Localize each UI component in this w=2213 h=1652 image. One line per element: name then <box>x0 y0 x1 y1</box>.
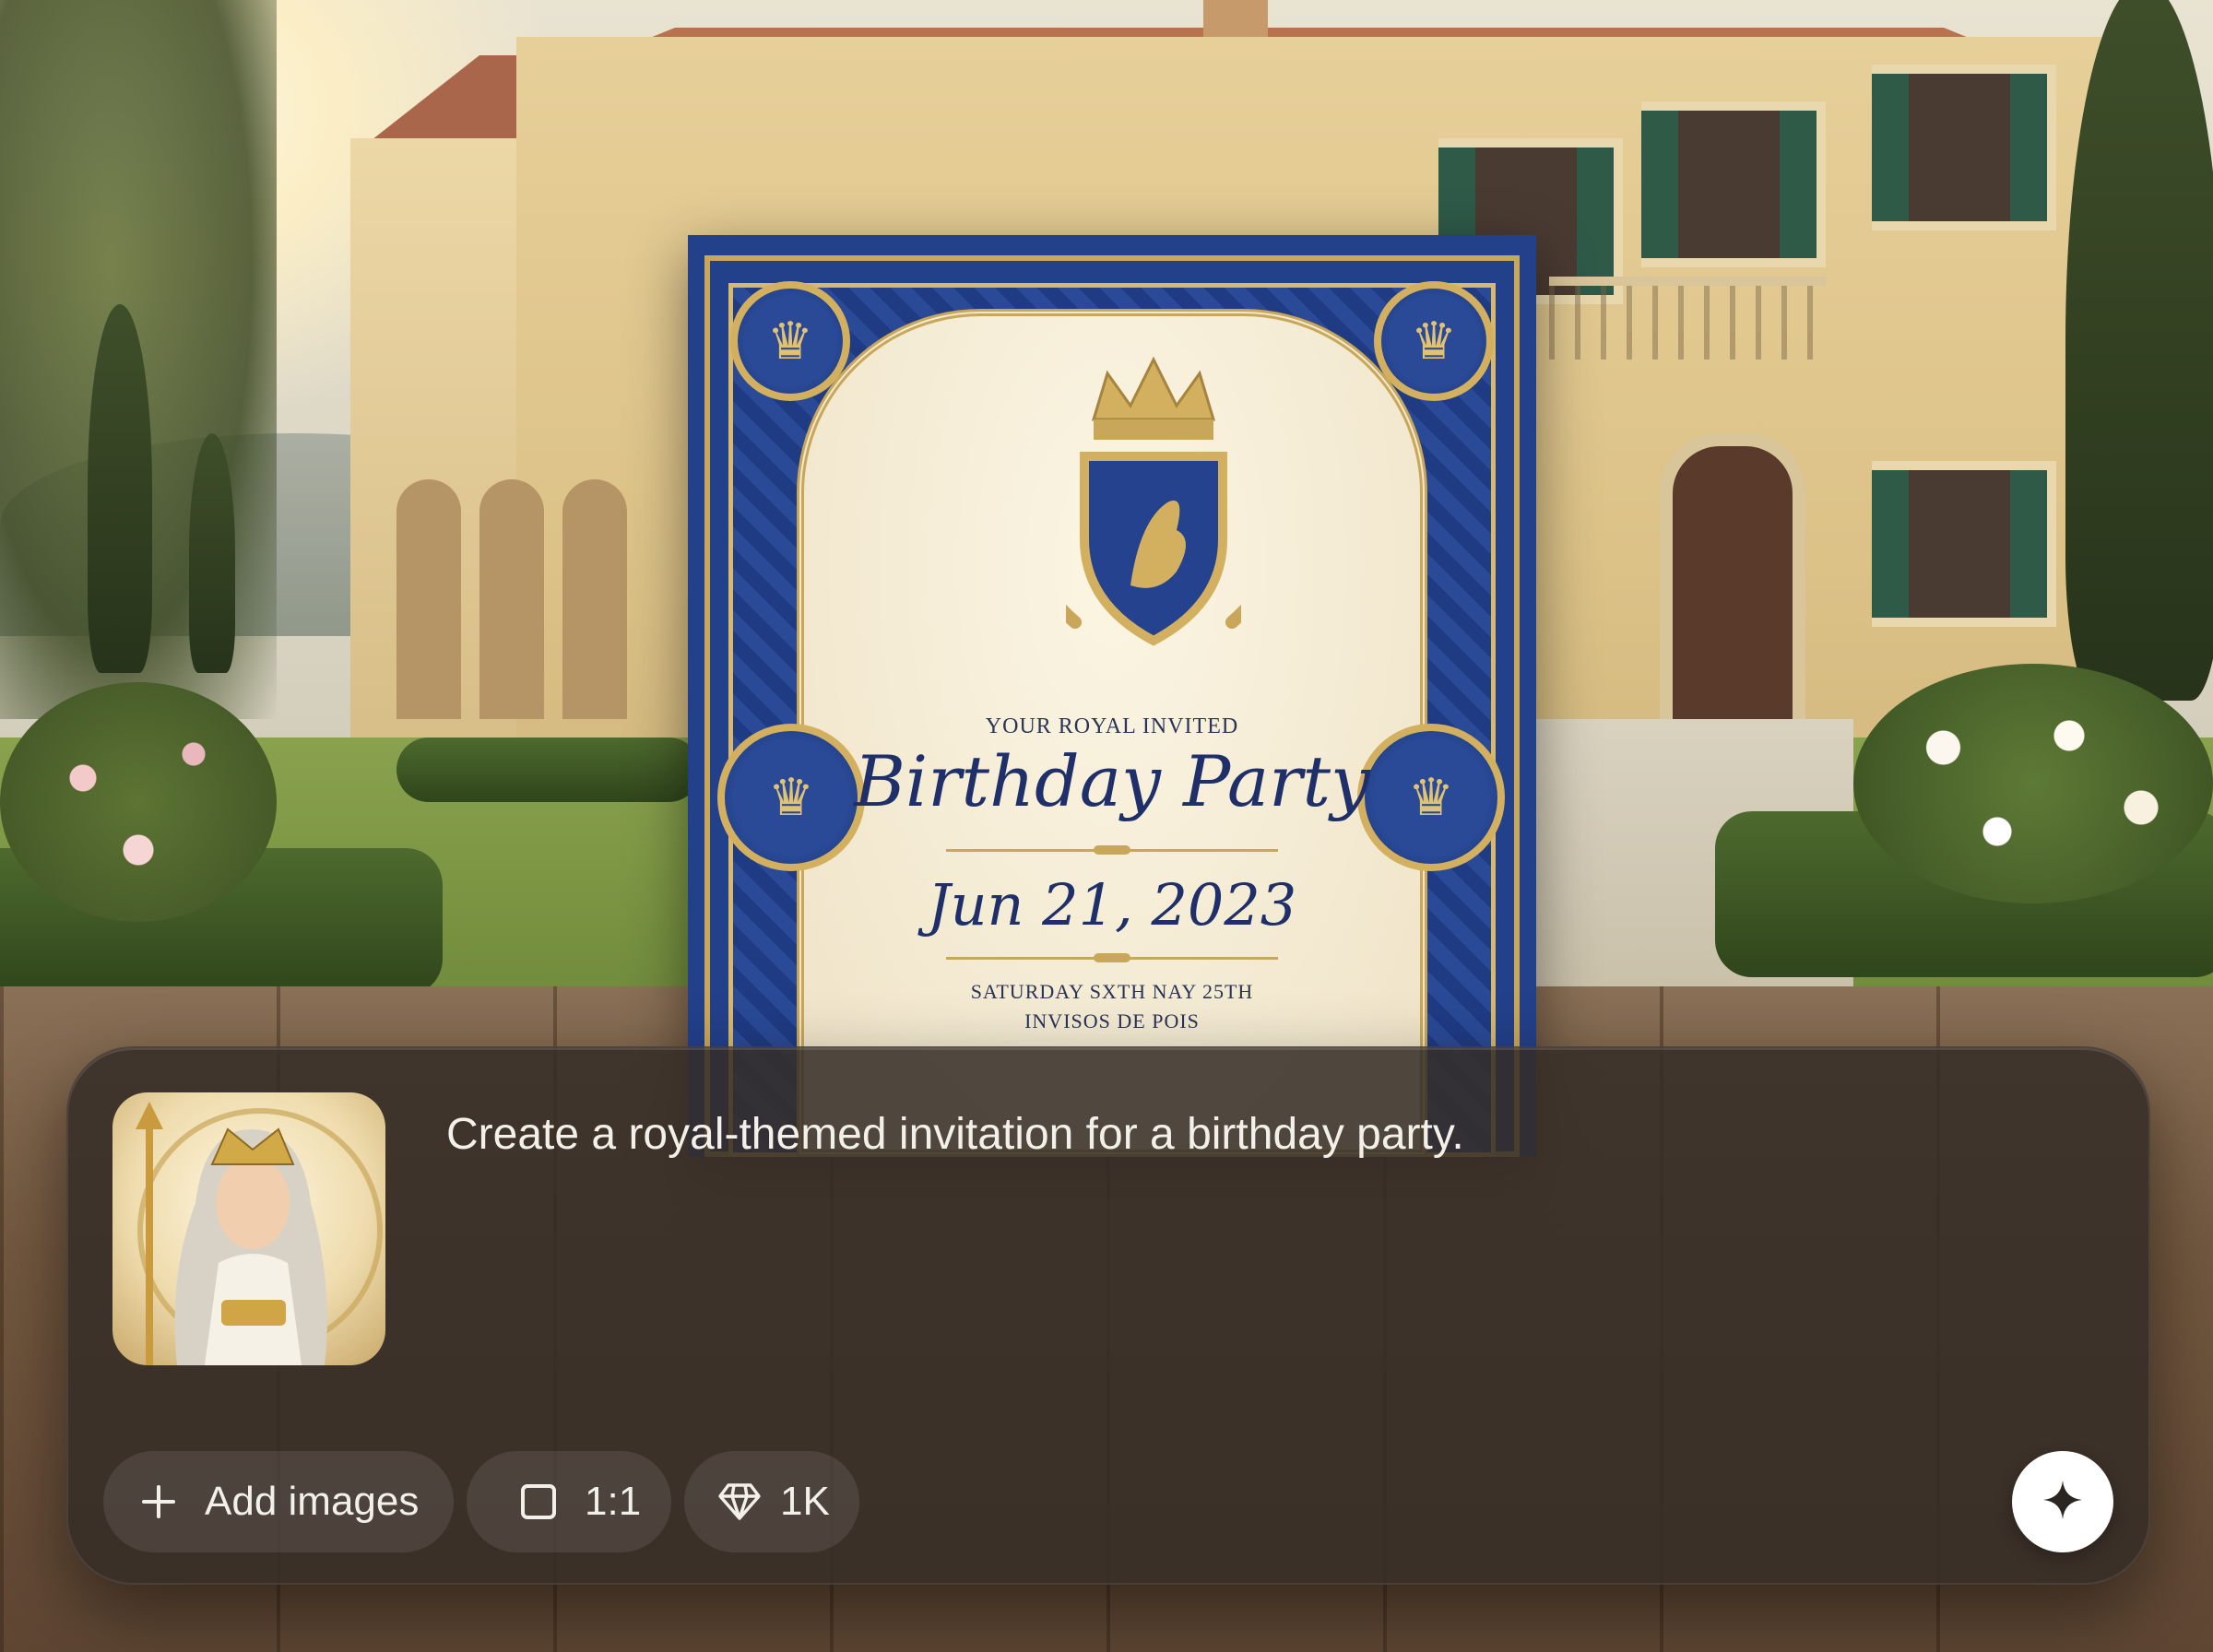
invitation-title: Birthday Party <box>854 740 1370 822</box>
crown-medallion-icon: ♛ <box>730 281 850 401</box>
white-rose-bush <box>1853 664 2213 903</box>
shutter <box>1872 74 1909 221</box>
shutter <box>1872 470 1909 618</box>
balcony <box>1549 277 1826 360</box>
shutter <box>1780 111 1817 258</box>
cypress-tree <box>2065 0 2213 701</box>
plus-icon <box>140 1483 177 1520</box>
divider-ornament <box>1094 953 1130 962</box>
royal-crest-icon <box>1066 356 1241 646</box>
arch <box>562 479 627 719</box>
shutter <box>1641 111 1678 258</box>
add-images-label: Add images <box>205 1479 420 1524</box>
generate-button[interactable] <box>2012 1451 2113 1552</box>
square-icon <box>520 1483 557 1520</box>
prompt-text[interactable]: Create a royal-themed invitation for a b… <box>446 1109 1464 1160</box>
divider-ornament <box>1094 845 1130 855</box>
resolution-label: 1K <box>780 1479 830 1524</box>
cypress-tree <box>189 433 235 673</box>
arch <box>479 479 544 719</box>
portrait-thumbnail-icon <box>136 1102 383 1365</box>
cypress-tree <box>88 304 152 673</box>
arch <box>396 479 461 719</box>
aspect-ratio-label: 1:1 <box>585 1479 642 1524</box>
shutter <box>2010 74 2047 221</box>
diamond-icon <box>717 1481 762 1522</box>
shutter <box>1577 148 1614 295</box>
shutter <box>2010 470 2047 618</box>
hedge <box>396 738 701 802</box>
rose-bush <box>0 682 277 922</box>
invitation-date: Jun 21, 2023 <box>927 871 1297 938</box>
invitation-card: ♛ ♛ ♛ ♛ YOUR ROYAL INVITED Birthday Part… <box>688 235 1536 1157</box>
add-images-button[interactable]: Add images <box>103 1451 454 1552</box>
prompt-panel: Create a royal-themed invitation for a b… <box>66 1046 2150 1585</box>
reference-image-thumbnail[interactable] <box>112 1092 385 1365</box>
invitation-detail-line: INVISOS DE POIS <box>1024 1009 1200 1032</box>
invitation-detail-line: SATURDAY SXTH NAY 25TH <box>970 980 1254 1003</box>
invitation-kicker: YOUR ROYAL INVITED <box>985 714 1239 738</box>
sparkle-icon <box>2041 1479 2084 1526</box>
front-door <box>1660 433 1805 745</box>
aspect-ratio-button[interactable]: 1:1 <box>467 1451 671 1552</box>
resolution-button[interactable]: 1K <box>684 1451 859 1552</box>
crown-medallion-icon: ♛ <box>1374 281 1494 401</box>
